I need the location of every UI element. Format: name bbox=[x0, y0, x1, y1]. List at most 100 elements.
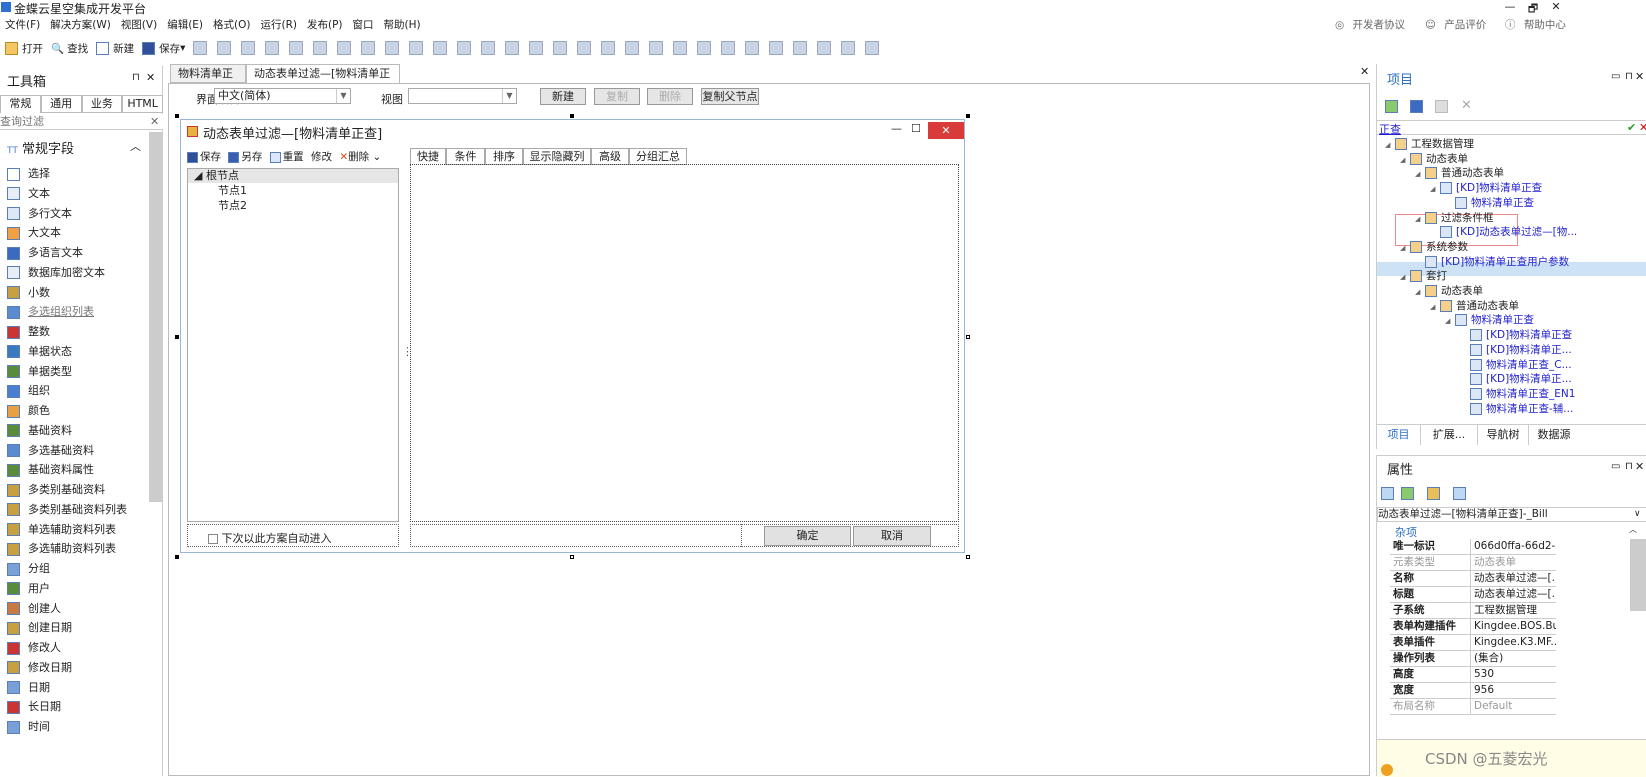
project-tree-node[interactable]: [KD]动态表单过滤—[物... bbox=[1430, 225, 1577, 239]
menu-file[interactable]: 文件(F) bbox=[5, 19, 40, 31]
view-select[interactable]: ▼ bbox=[408, 88, 517, 104]
toolbox-item[interactable]: 多选辅助资料列表 bbox=[7, 539, 116, 558]
toolbox-item[interactable]: 多类别基础资料列表 bbox=[7, 500, 127, 519]
close-button[interactable]: ✕ bbox=[1546, 0, 1566, 14]
project-tree-node[interactable]: [KD]物料清单正... bbox=[1460, 372, 1572, 386]
resize-handle[interactable] bbox=[966, 114, 970, 118]
toolbox-item[interactable]: 文本 bbox=[7, 184, 50, 203]
toolbox-item[interactable]: 多行文本 bbox=[7, 204, 72, 223]
menu-format[interactable]: 格式(O) bbox=[213, 19, 250, 31]
property-value[interactable]: Kingdee.BOS.Bu... bbox=[1470, 619, 1556, 634]
property-row[interactable]: 宽度 956 bbox=[1390, 683, 1556, 699]
align-icon[interactable] bbox=[553, 41, 568, 55]
properties-scrollbar[interactable] bbox=[1630, 539, 1646, 611]
property-row[interactable]: 操作列表 (集合) bbox=[1390, 651, 1556, 667]
expand-icon[interactable]: ◢ bbox=[1415, 167, 1425, 181]
categorized-icon[interactable] bbox=[1381, 487, 1394, 500]
paste-icon[interactable] bbox=[1435, 100, 1448, 113]
toolbox-item[interactable]: 大文本 bbox=[7, 223, 61, 242]
toolbox-item[interactable]: 创建日期 bbox=[7, 618, 72, 637]
toolbox-item[interactable]: 日期 bbox=[7, 678, 50, 697]
property-value[interactable]: 066d0ffa-66d2-... bbox=[1470, 539, 1556, 554]
pin-icon[interactable]: ⊓ bbox=[132, 72, 140, 83]
toolbox-item[interactable]: 单选辅助资料列表 bbox=[7, 520, 116, 539]
resize-handle[interactable] bbox=[175, 335, 179, 339]
project-tree-node[interactable]: [KD]物料清单正查用户参数 bbox=[1415, 255, 1569, 269]
property-value[interactable]: 工程数据管理 bbox=[1470, 603, 1556, 618]
scroll-up-icon[interactable]: ︿ bbox=[1629, 524, 1637, 535]
toolbar-icon[interactable] bbox=[289, 41, 304, 55]
resize-handle[interactable] bbox=[175, 555, 179, 559]
property-row[interactable]: 名称 动态表单过滤—[... bbox=[1390, 571, 1556, 587]
align-icon[interactable] bbox=[433, 41, 448, 55]
project-tree-node[interactable]: ◢ 套打 bbox=[1400, 269, 1447, 284]
align-icon[interactable] bbox=[385, 41, 400, 55]
new-view-button[interactable]: 新建 bbox=[540, 88, 586, 105]
cancel-button[interactable]: 取消 bbox=[853, 526, 931, 546]
object-select[interactable]: 动态表单过滤—[物料清单正查]-_Bill ∨ bbox=[1377, 507, 1646, 522]
align-icon[interactable] bbox=[577, 41, 592, 55]
expand-icon[interactable]: ◢ bbox=[1415, 285, 1425, 299]
windows-icon[interactable] bbox=[1410, 100, 1423, 113]
delete-view-button[interactable]: 删除 bbox=[647, 88, 693, 105]
property-value[interactable]: 动态表单 bbox=[1470, 555, 1556, 570]
toolbox-item[interactable]: 数据库加密文本 bbox=[7, 263, 105, 282]
tree-root[interactable]: ◢ 根节点 bbox=[188, 169, 398, 183]
copy-view-button[interactable]: 复制 bbox=[594, 88, 640, 105]
property-value[interactable]: 530 bbox=[1470, 667, 1556, 682]
tab-common[interactable]: 通用 bbox=[40, 95, 82, 113]
toolbox-item[interactable]: 基础资料 bbox=[7, 421, 72, 440]
redo-icon[interactable] bbox=[337, 41, 352, 55]
confirm-icon[interactable]: ✔ bbox=[1627, 121, 1636, 134]
toolbar-icon[interactable] bbox=[217, 41, 232, 55]
delete-icon[interactable] bbox=[361, 41, 376, 55]
modify-button[interactable]: 修改 bbox=[311, 151, 332, 163]
menu-run[interactable]: 运行(R) bbox=[261, 19, 298, 31]
tab-condition[interactable]: 条件 bbox=[446, 148, 485, 165]
align-icon[interactable] bbox=[673, 41, 688, 55]
layer-icon[interactable] bbox=[817, 41, 832, 55]
toolbox-item[interactable]: 基础资料属性 bbox=[7, 460, 94, 479]
align-icon[interactable] bbox=[625, 41, 640, 55]
menu-solution[interactable]: 解决方案(W) bbox=[50, 19, 111, 31]
delete-scheme-button[interactable]: ✕删除 ⌄ bbox=[339, 151, 381, 163]
tab-quick[interactable]: 快捷 bbox=[410, 148, 446, 165]
tab-sort[interactable]: 排序 bbox=[485, 148, 523, 165]
project-filter-input[interactable]: 正查 ✔ ✕ bbox=[1377, 120, 1646, 136]
cancel-icon[interactable]: ✕ bbox=[1639, 121, 1646, 134]
expand-icon[interactable]: ◢ bbox=[1415, 212, 1425, 226]
form-close-icon[interactable]: ✕ bbox=[928, 122, 964, 139]
align-icon[interactable] bbox=[505, 41, 520, 55]
help-center-link[interactable]: ⓘ 帮助中心 bbox=[1505, 16, 1571, 34]
lock-icon[interactable] bbox=[841, 41, 856, 55]
toolbar-icon[interactable] bbox=[265, 41, 280, 55]
category-label[interactable]: 杂项 bbox=[1395, 524, 1417, 540]
bottom-tab-datasource[interactable]: 数据源 bbox=[1529, 425, 1579, 445]
bottom-tab-nav-tree[interactable]: 导航树 bbox=[1478, 425, 1529, 445]
product-review-link[interactable]: ☺ 产品评价 bbox=[1425, 16, 1491, 34]
toolbox-item[interactable]: 颜色 bbox=[7, 401, 50, 420]
project-tree-node[interactable]: ◢ 普通动态表单 bbox=[1430, 299, 1519, 314]
events-icon[interactable] bbox=[1453, 487, 1466, 500]
collapse-icon[interactable]: ︿ bbox=[130, 138, 141, 154]
project-tree-node[interactable]: ◢ [KD]物料清单正查 bbox=[1430, 181, 1542, 196]
property-pages-icon[interactable] bbox=[1427, 487, 1440, 500]
align-icon[interactable] bbox=[649, 41, 664, 55]
toolbox-item[interactable]: 修改人 bbox=[7, 638, 61, 657]
menu-edit[interactable]: 编辑(E) bbox=[167, 19, 203, 31]
layout-icon[interactable] bbox=[697, 41, 712, 55]
auto-enter-checkbox[interactable]: 下次以此方案自动进入 bbox=[187, 524, 399, 547]
project-tree-node[interactable]: ◢ 系统参数 bbox=[1400, 240, 1468, 255]
toolbox-item[interactable]: 整数 bbox=[7, 322, 50, 341]
form-maximize-icon[interactable]: ☐ bbox=[911, 122, 921, 135]
project-tree-node[interactable]: ◢ 动态表单 bbox=[1415, 284, 1483, 299]
toolbar-icon[interactable] bbox=[193, 41, 208, 55]
close-doc-icon[interactable]: ✕ bbox=[1360, 65, 1369, 78]
property-row[interactable]: 高度 530 bbox=[1390, 667, 1556, 683]
reset-button[interactable]: 重置 bbox=[269, 151, 304, 163]
property-row[interactable]: 表单构建插件 Kingdee.BOS.Bu... bbox=[1390, 619, 1556, 635]
toolbox-item[interactable]: 单据状态 bbox=[7, 342, 72, 361]
project-tree-node[interactable]: ◢ 动态表单 bbox=[1400, 152, 1468, 167]
bottom-tab-project[interactable]: 项目 bbox=[1377, 425, 1421, 445]
toolbox-item[interactable]: 单据类型 bbox=[7, 362, 72, 381]
